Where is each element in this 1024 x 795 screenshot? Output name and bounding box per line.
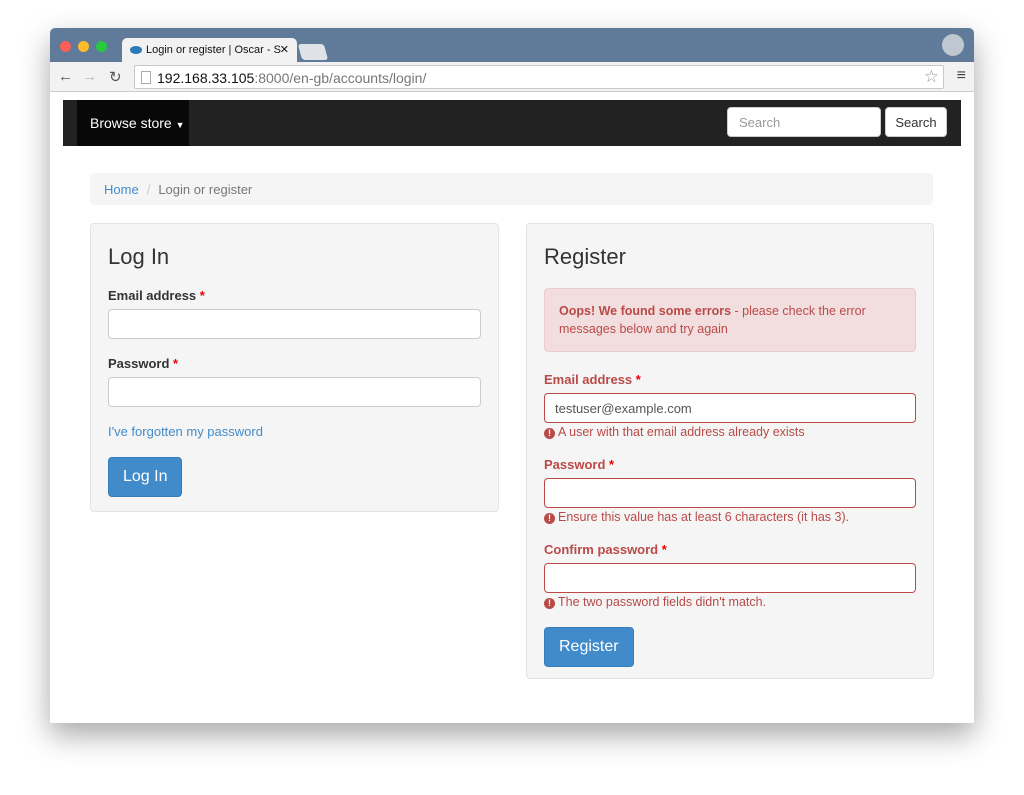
login-email-label: Email address * xyxy=(108,288,205,303)
favicon-icon xyxy=(130,46,142,54)
register-email-input[interactable]: testuser@example.com xyxy=(544,393,916,423)
navbar: Browse store ▼ Search Search xyxy=(63,100,961,146)
search-button[interactable]: Search xyxy=(885,107,947,137)
breadcrumb-home[interactable]: Home xyxy=(104,182,139,197)
login-password-label: Password * xyxy=(108,356,179,371)
error-icon: ! xyxy=(544,513,555,524)
breadcrumb-current: Login or register xyxy=(158,182,253,197)
reload-icon[interactable]: ↻ xyxy=(109,68,122,86)
page-icon xyxy=(141,71,151,84)
error-icon: ! xyxy=(544,598,555,609)
login-button[interactable]: Log In xyxy=(108,457,183,497)
new-tab-button[interactable] xyxy=(297,44,329,60)
url-path: :8000/en-gb/accounts/login/ xyxy=(254,70,427,86)
incognito-icon xyxy=(942,34,964,56)
register-title: Register xyxy=(544,244,626,269)
error-icon: ! xyxy=(544,428,555,439)
error-alert: Oops! We found some errors - please chec… xyxy=(544,288,916,352)
breadcrumb: Home / Login or register xyxy=(90,173,933,205)
register-button[interactable]: Register xyxy=(544,627,634,667)
confirm-password-label: Confirm password * xyxy=(544,542,667,557)
confirm-password-input[interactable] xyxy=(544,563,916,593)
tab-title: Login or register | Oscar - S xyxy=(146,44,281,56)
page: Browse store ▼ Search Search Home / Login … xyxy=(63,92,961,723)
url-host: 192.168.33.105 xyxy=(157,70,255,86)
login-password-input[interactable] xyxy=(108,377,481,407)
url-input[interactable]: 192.168.33.105:8000/en-gb/accounts/login… xyxy=(134,65,944,89)
confirm-error: ! The two password fields didn't match. xyxy=(544,595,916,609)
forward-icon[interactable]: → xyxy=(82,68,97,85)
address-bar-row: ← → ↻ 192.168.33.105:8000/en-gb/accounts… xyxy=(50,62,974,92)
tab-bar: Login or register | Oscar - S ✕ xyxy=(50,28,974,62)
browser-tab[interactable]: Login or register | Oscar - S ✕ xyxy=(122,38,297,62)
browse-store-dropdown[interactable]: Browse store ▼ xyxy=(77,100,189,146)
login-title: Log In xyxy=(108,244,170,269)
back-icon[interactable]: ← xyxy=(58,68,73,85)
register-password-input[interactable] xyxy=(544,478,916,508)
browse-store-label: Browse store xyxy=(90,115,172,131)
close-tab-icon[interactable]: ✕ xyxy=(280,43,289,56)
close-window-button[interactable] xyxy=(60,41,71,52)
email-error: ! A user with that email address already … xyxy=(544,425,916,439)
register-password-label: Password * xyxy=(544,457,615,472)
maximize-window-button[interactable] xyxy=(96,41,107,52)
minimize-window-button[interactable] xyxy=(78,41,89,52)
bookmark-star-icon[interactable]: ☆ xyxy=(924,67,939,87)
caret-down-icon: ▼ xyxy=(175,120,185,130)
menu-icon[interactable]: ≡ xyxy=(957,67,966,85)
password-error: ! Ensure this value has at least 6 charac… xyxy=(544,510,916,524)
forgot-password-link[interactable]: I've forgotten my password xyxy=(108,424,481,439)
breadcrumb-separator: / xyxy=(146,182,151,197)
browser-window: Login or register | Oscar - S ✕ ← → ↻ 19… xyxy=(50,28,974,723)
search-input[interactable]: Search xyxy=(727,107,881,137)
register-email-label: Email address * xyxy=(544,372,641,387)
register-panel: Register Oops! We found some errors - pl… xyxy=(526,223,934,679)
login-email-input[interactable] xyxy=(108,309,481,339)
login-panel: Log In Email address * Password * I've f… xyxy=(90,223,499,512)
